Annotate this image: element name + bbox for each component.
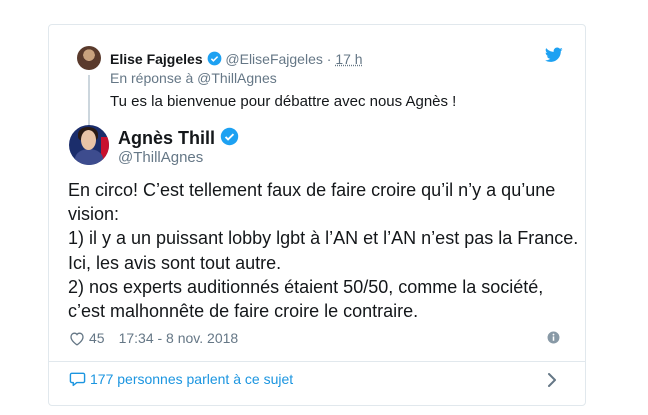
conversation-link[interactable]: 177 personnes parlent à ce sujet (69, 371, 293, 387)
parent-avatar[interactable] (77, 46, 101, 70)
parent-timestamp[interactable]: 17 h (335, 51, 362, 67)
info-icon[interactable] (547, 331, 560, 344)
author-avatar[interactable] (69, 125, 109, 165)
author-handle[interactable]: @ThillAgnes (118, 149, 203, 166)
avatar-face (81, 130, 96, 150)
verified-badge-icon (220, 127, 239, 146)
reply-bubble-icon (69, 372, 86, 387)
chevron-right-icon[interactable] (547, 372, 557, 388)
tweet-datetime[interactable]: 17:34 - 8 nov. 2018 (119, 330, 239, 346)
tweet-line: 1) il y a un puissant lobby lgbt à l’AN … (68, 228, 579, 249)
tweet-line: Ici, les avis sont tout autre. (68, 252, 282, 273)
reply-context[interactable]: En réponse à @ThillAgnes (110, 70, 277, 86)
like-count[interactable]: 45 (89, 330, 105, 346)
parent-author-handle[interactable]: @EliseFajgeles (225, 51, 322, 67)
heart-icon[interactable] (69, 331, 85, 346)
tweet-text: En circo! C’est tellement faux de faire … (68, 178, 578, 323)
twitter-bird-icon[interactable] (545, 47, 563, 63)
tweet-line: c’est malhonnête de faire croire le cont… (68, 301, 419, 322)
parent-header: Elise Fajgeles @EliseFajgeles · 17 h (110, 51, 363, 67)
parent-tweet-text: Tu es la bienvenue pour débattre avec no… (110, 93, 457, 110)
verified-badge-icon (207, 51, 221, 66)
author-name-text[interactable]: Agnès Thill (118, 128, 215, 148)
tweet-line: 2) nos experts auditionnés étaient 50/50… (68, 276, 544, 297)
divider (49, 361, 585, 362)
parent-author-name[interactable]: Elise Fajgeles (110, 51, 203, 67)
tweet-meta: 45 17:34 - 8 nov. 2018 (69, 330, 238, 346)
author-name[interactable]: Agnès Thill (118, 127, 239, 149)
tweet-line: En circo! C’est tellement faux de faire … (68, 180, 556, 200)
separator-dot: · (322, 51, 336, 67)
tweet-line: vision: (68, 204, 120, 225)
avatar-body (75, 149, 103, 165)
tweet-card: Elise Fajgeles @EliseFajgeles · 17 h En … (48, 24, 586, 406)
conversation-label[interactable]: 177 personnes parlent à ce sujet (90, 371, 293, 387)
